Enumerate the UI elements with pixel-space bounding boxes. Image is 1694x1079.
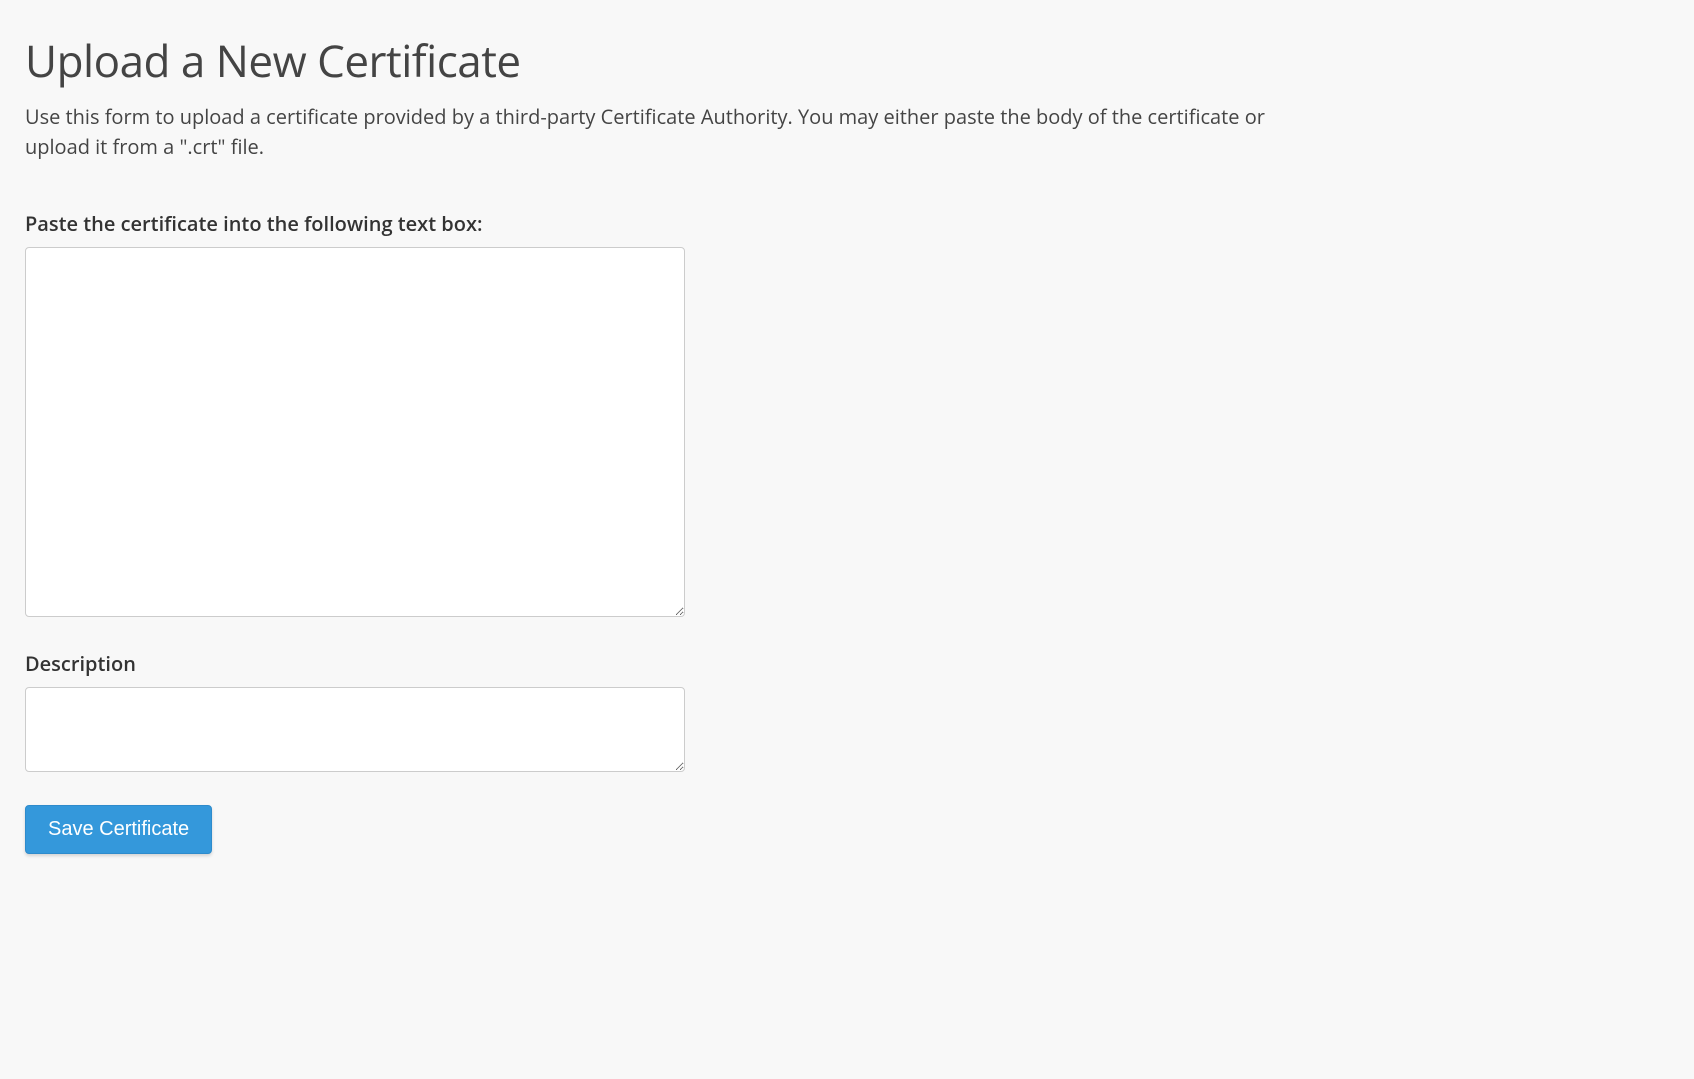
save-certificate-button[interactable]: Save Certificate [25, 805, 212, 854]
certificate-label: Paste the certificate into the following… [25, 210, 1669, 237]
page-description: Use this form to upload a certificate pr… [25, 102, 1305, 162]
description-label: Description [25, 650, 1669, 677]
description-textarea[interactable] [25, 687, 685, 772]
description-form-group: Description [25, 650, 1669, 777]
page-title: Upload a New Certificate [25, 30, 1669, 90]
certificate-textarea[interactable] [25, 247, 685, 617]
certificate-form-group: Paste the certificate into the following… [25, 210, 1669, 622]
